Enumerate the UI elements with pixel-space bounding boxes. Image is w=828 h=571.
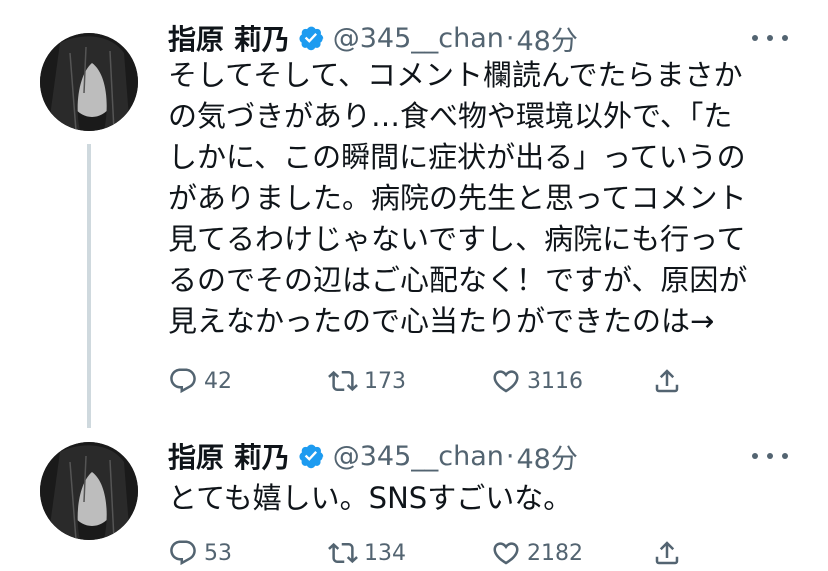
share-button[interactable] [652, 535, 682, 571]
like-count: 3116 [527, 368, 583, 394]
timestamp[interactable]: 48分 [517, 437, 578, 476]
reply-button[interactable]: 42 [168, 363, 232, 399]
verified-badge-icon [297, 442, 325, 470]
like-button[interactable]: 2182 [491, 535, 583, 571]
display-name[interactable]: 指原 莉乃 [168, 436, 290, 476]
tweet-header: 指原 莉乃 @345__chan · 48分 [168, 16, 578, 60]
tweet-2[interactable]: 指原 莉乃 @345__chan · 48分 とても嬉しい。SNSすごいな。 5… [0, 430, 828, 571]
reply-button[interactable]: 53 [168, 535, 232, 571]
more-icon[interactable] [752, 446, 788, 466]
retweet-count: 173 [364, 368, 406, 394]
reply-count: 53 [204, 540, 232, 566]
handle[interactable]: @345__chan [333, 23, 504, 54]
avatar[interactable] [40, 33, 138, 131]
like-icon [493, 370, 519, 393]
tweet-header: 指原 莉乃 @345__chan · 48分 [168, 434, 578, 478]
like-count: 2182 [527, 540, 583, 566]
tweet-text: とても嬉しい。SNSすごいな。 [168, 481, 573, 515]
separator-dot: · [505, 22, 515, 54]
reply-icon [170, 540, 196, 566]
retweet-button[interactable]: 173 [328, 363, 406, 399]
display-name[interactable]: 指原 莉乃 [168, 18, 290, 58]
more-icon[interactable] [752, 28, 788, 48]
verified-badge-icon [297, 24, 325, 52]
reply-count: 42 [204, 368, 232, 394]
like-button[interactable]: 3116 [491, 363, 583, 399]
tweet-1[interactable]: 指原 莉乃 @345__chan · 48分 そしてそして、コメント欄読んでたら… [0, 0, 828, 430]
timestamp[interactable]: 48分 [517, 19, 578, 58]
share-icon [655, 541, 679, 565]
handle[interactable]: @345__chan [333, 441, 504, 472]
thread-connector [87, 144, 91, 428]
retweet-button[interactable]: 134 [328, 535, 406, 571]
avatar[interactable] [40, 442, 138, 540]
retweet-icon [328, 370, 358, 392]
share-button[interactable] [652, 363, 682, 399]
tweet-actions: 42 173 3116 [168, 363, 708, 399]
reply-icon [170, 368, 196, 394]
separator-dot: · [505, 440, 515, 472]
like-icon [493, 542, 519, 565]
tweet-actions: 53 134 2182 [168, 535, 708, 571]
retweet-count: 134 [364, 540, 406, 566]
retweet-icon [328, 542, 358, 564]
tweet-text: そしてそして、コメント欄読んでたらまさか の気づきがあり…食べ物や環境以外で、「… [168, 58, 748, 338]
share-icon [655, 369, 679, 393]
